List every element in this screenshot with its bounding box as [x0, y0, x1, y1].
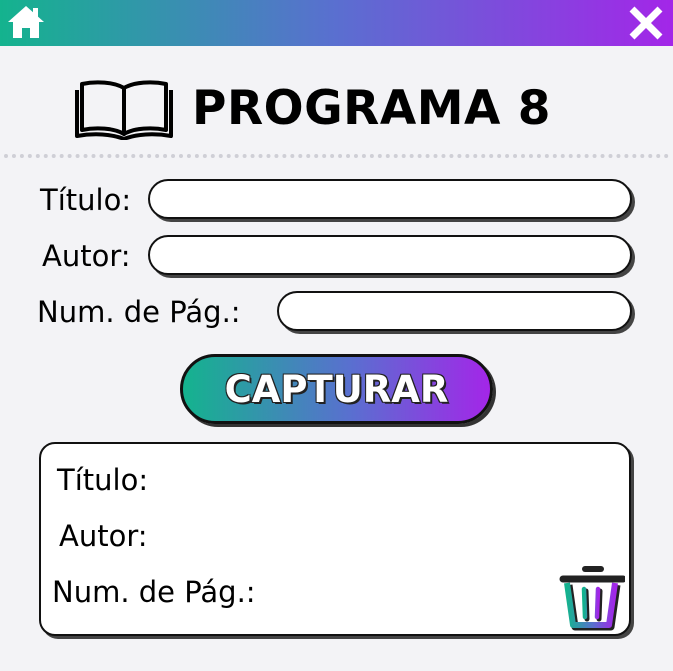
title-label: Título: [40, 183, 132, 217]
result-title-label: Título: [57, 463, 149, 497]
author-label: Autor: [42, 239, 131, 273]
title-bar [0, 0, 673, 46]
home-icon[interactable] [6, 3, 46, 41]
pages-input[interactable] [277, 291, 632, 331]
result-pages-label: Num. de Pág.: [52, 575, 256, 609]
close-icon[interactable] [626, 3, 666, 43]
divider [4, 154, 669, 158]
result-author-label: Autor: [59, 519, 148, 553]
trash-icon[interactable] [557, 561, 625, 631]
page-title: PROGRAMA 8 [74, 68, 551, 148]
author-input[interactable] [148, 235, 632, 275]
title-input[interactable] [148, 179, 632, 219]
capture-button[interactable]: CAPTURAR [180, 354, 493, 424]
book-icon [75, 80, 173, 140]
pages-label: Num. de Pág.: [37, 295, 241, 329]
page-title-text: PROGRAMA 8 [192, 80, 551, 136]
